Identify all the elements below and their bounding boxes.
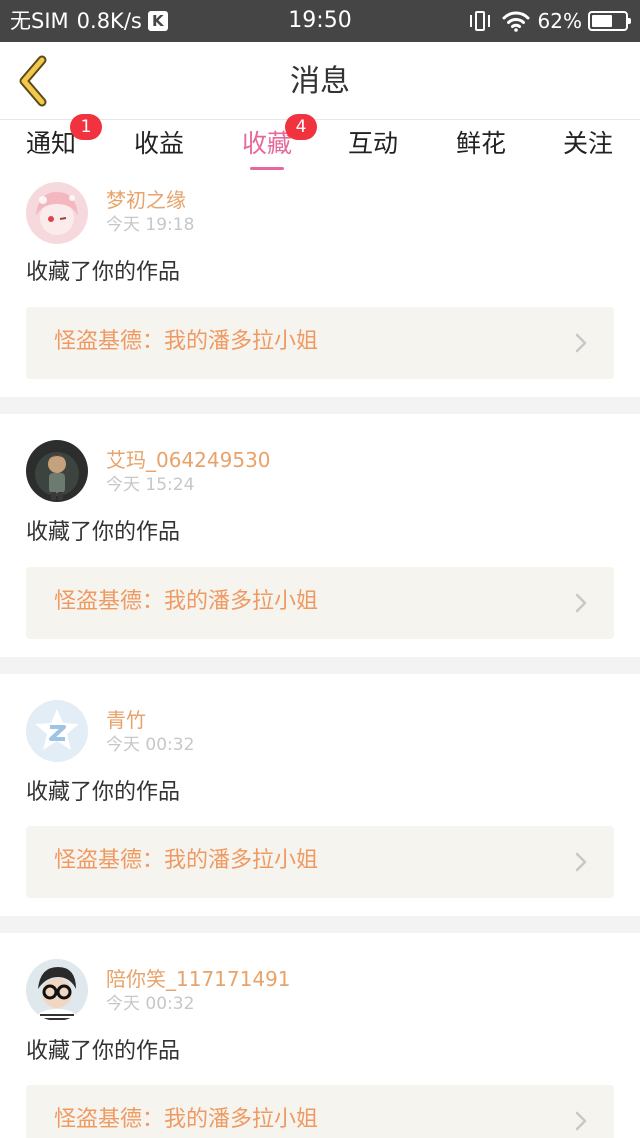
tab-label: 收藏 xyxy=(242,129,293,158)
header: 消息 xyxy=(0,42,640,120)
status-bar: 无SIM 0.8K/s K 19:50 62% xyxy=(0,0,640,42)
avatar[interactable] xyxy=(26,182,88,244)
status-right: 62% xyxy=(469,6,631,36)
chevron-right-icon xyxy=(575,333,587,353)
vibrate-icon xyxy=(469,9,490,33)
work-title: 怪盗基德：我的潘多拉小姐 xyxy=(54,589,319,614)
favorites-badge: 4 xyxy=(285,114,317,140)
action-text: 收藏了你的作品 xyxy=(26,1039,181,1064)
message-card: 青竹 今天 00:32 收藏了你的作品 怪盗基德：我的潘多拉小姐 xyxy=(0,674,640,916)
tab-label: 鲜花 xyxy=(456,129,507,158)
message-card: 陪你笑_117171491 今天 00:32 收藏了你的作品 怪盗基德：我的潘多… xyxy=(0,933,640,1138)
boy-glasses-avatar-icon xyxy=(26,959,88,1021)
chevron-right-icon xyxy=(575,593,587,613)
message-time: 今天 19:18 xyxy=(106,215,195,235)
avatar[interactable] xyxy=(26,440,88,502)
message-time: 今天 15:24 xyxy=(106,475,195,495)
work-title: 怪盗基德：我的潘多拉小姐 xyxy=(54,1107,319,1132)
action-text: 收藏了你的作品 xyxy=(26,260,181,285)
message-time: 今天 00:32 xyxy=(106,994,195,1014)
user-name[interactable]: 青竹 xyxy=(106,707,146,733)
pink-anime-avatar-icon xyxy=(26,182,88,244)
message-card: 艾玛_064249530 今天 15:24 收藏了你的作品 怪盗基德：我的潘多拉… xyxy=(0,414,640,657)
tab-label: 关注 xyxy=(563,129,614,158)
tab-interactions[interactable]: 互动 xyxy=(348,126,398,170)
message-card: 梦初之缘 今天 19:18 收藏了你的作品 怪盗基德：我的潘多拉小姐 xyxy=(0,176,640,397)
work-link[interactable]: 怪盗基德：我的潘多拉小姐 xyxy=(26,826,614,898)
battery-icon xyxy=(588,11,631,31)
tab-bar: 通知 1 收益 收藏 4 互动 鲜花 关注 xyxy=(0,114,640,176)
tab-flowers[interactable]: 鲜花 xyxy=(456,126,506,170)
dark-character-avatar-icon xyxy=(26,440,88,502)
work-link[interactable]: 怪盗基德：我的潘多拉小姐 xyxy=(26,567,614,639)
action-text: 收藏了你的作品 xyxy=(26,520,181,545)
work-title: 怪盗基德：我的潘多拉小姐 xyxy=(54,848,319,873)
wifi-icon xyxy=(502,11,530,32)
avatar[interactable] xyxy=(26,959,88,1021)
notification-badge: 1 xyxy=(70,114,102,140)
user-name[interactable]: 梦初之缘 xyxy=(106,187,186,213)
tab-label: 互动 xyxy=(348,129,399,158)
avatar[interactable] xyxy=(26,700,88,762)
tab-notifications[interactable]: 通知 xyxy=(26,126,76,170)
active-tab-indicator xyxy=(250,167,284,170)
tab-earnings[interactable]: 收益 xyxy=(134,126,184,170)
battery-percent: 62% xyxy=(537,9,582,33)
work-link[interactable]: 怪盗基德：我的潘多拉小姐 xyxy=(26,1085,614,1138)
tab-follows[interactable]: 关注 xyxy=(563,126,613,170)
user-name[interactable]: 艾玛_064249530 xyxy=(106,447,271,473)
user-name[interactable]: 陪你笑_117171491 xyxy=(106,966,291,992)
chevron-right-icon xyxy=(575,852,587,872)
work-link[interactable]: 怪盗基德：我的潘多拉小姐 xyxy=(26,307,614,379)
default-z-avatar-icon xyxy=(26,700,88,762)
page-title: 消息 xyxy=(290,64,350,99)
work-title: 怪盗基德：我的潘多拉小姐 xyxy=(54,329,319,354)
tab-label: 通知 xyxy=(26,129,77,158)
tab-favorites[interactable]: 收藏 xyxy=(242,126,292,170)
action-text: 收藏了你的作品 xyxy=(26,780,181,805)
chevron-right-icon xyxy=(575,1111,587,1131)
tab-label: 收益 xyxy=(134,129,185,158)
message-time: 今天 00:32 xyxy=(106,735,195,755)
